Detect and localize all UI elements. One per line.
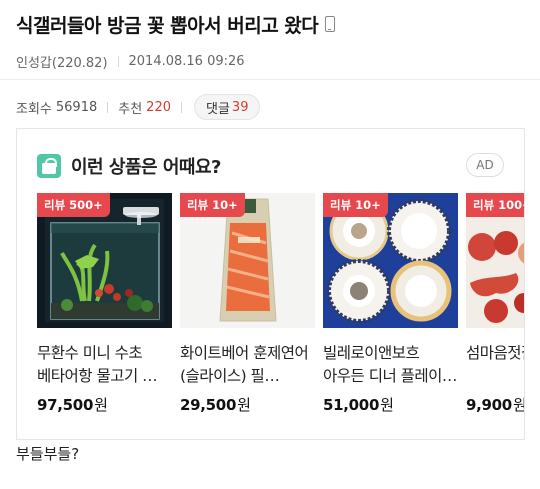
product-price: 9,900원 <box>466 394 524 415</box>
comments-button[interactable]: 댓글 39 <box>194 94 261 120</box>
header-separator <box>0 79 540 80</box>
stats-divider <box>181 101 182 113</box>
price-value: 9,900 <box>466 396 512 414</box>
product-image-salmon[interactable]: 리뷰 10+ <box>180 193 315 328</box>
title-row: 식갤러들아 방금 꽃 뽑아서 버리고 왔다 <box>16 10 524 38</box>
post-body-text: 부들부들? <box>16 444 80 463</box>
price-value: 97,500 <box>37 396 94 414</box>
meta-divider <box>117 55 119 67</box>
stats-divider <box>107 101 109 113</box>
author-name[interactable]: 인성갑(220.82) <box>16 52 108 71</box>
review-badge: 리뷰 100+ <box>466 193 524 217</box>
post-title: 식갤러들아 방금 꽃 뽑아서 버리고 왔다 <box>16 14 319 37</box>
price-value: 51,000 <box>323 396 380 414</box>
product-card[interactable]: 리뷰 100+ 섬마음젓갈 명란젓 9,900원 <box>466 193 524 415</box>
product-list: 리뷰 500+ 무환수 미니 수초 베타어항 물고기 … 97,500원 리뷰 … <box>37 193 524 423</box>
phone-icon <box>325 16 336 32</box>
price-value: 29,500 <box>180 396 237 414</box>
price-unit: 원 <box>513 396 524 414</box>
product-price: 29,500원 <box>180 394 315 415</box>
price-unit: 원 <box>94 396 108 414</box>
review-badge: 리뷰 10+ <box>323 193 388 217</box>
post-meta: 인성갑(220.82) 2014.08.16 09:26 <box>16 52 524 71</box>
review-badge: 리뷰 10+ <box>180 193 245 217</box>
product-price: 51,000원 <box>323 394 458 415</box>
ad-badge[interactable]: AD <box>466 153 504 177</box>
ad-box: 이런 상품은 어때요? AD 리뷰 500+ 무환수 미니 수초 베타어항 물고… <box>16 128 525 440</box>
post-header: 식갤러들아 방금 꽃 뽑아서 버리고 왔다 인성갑(220.82) 2014.0… <box>0 0 540 71</box>
comments-label: 댓글 <box>206 101 230 117</box>
post-datetime: 2014.08.16 09:26 <box>128 53 245 69</box>
ad-title: 이런 상품은 어때요? <box>71 157 221 178</box>
price-unit: 원 <box>237 396 251 414</box>
views-count: 56918 <box>55 99 98 115</box>
price-unit: 원 <box>380 396 394 414</box>
views-label: 조회수 <box>16 101 52 117</box>
product-image-aquarium[interactable]: 리뷰 500+ <box>37 193 172 328</box>
recommend-count: 220 <box>146 99 171 115</box>
product-image-jeotgal[interactable]: 리뷰 100+ <box>466 193 524 328</box>
post-stats: 조회수 56918 추천 220 댓글 39 <box>16 94 261 120</box>
product-name[interactable]: 무환수 미니 수초 베타어항 물고기 … <box>37 342 172 388</box>
product-card[interactable]: 리뷰 500+ 무환수 미니 수초 베타어항 물고기 … 97,500원 <box>37 193 172 415</box>
product-price: 97,500원 <box>37 394 172 415</box>
product-name[interactable]: 화이트베어 훈제연어(슬라이스) 필… <box>180 342 315 388</box>
product-image-plates[interactable]: 리뷰 10+ <box>323 193 458 328</box>
product-card[interactable]: 리뷰 10+ 빌레로이앤보흐 아우든 디너 플레이… 51,000원 <box>323 193 458 415</box>
comments-count: 39 <box>231 99 249 115</box>
product-card[interactable]: 리뷰 10+ 화이트베어 훈제연어(슬라이스) 필… 29,500원 <box>180 193 315 415</box>
product-name[interactable]: 섬마음젓갈 명란젓 <box>466 342 524 388</box>
recommend-label: 추천 <box>118 101 143 117</box>
product-name[interactable]: 빌레로이앤보흐 아우든 디너 플레이… <box>323 342 458 388</box>
review-badge: 리뷰 500+ <box>37 193 110 217</box>
shopping-bag-icon <box>37 154 61 178</box>
ad-header: 이런 상품은 어때요? <box>37 153 221 179</box>
